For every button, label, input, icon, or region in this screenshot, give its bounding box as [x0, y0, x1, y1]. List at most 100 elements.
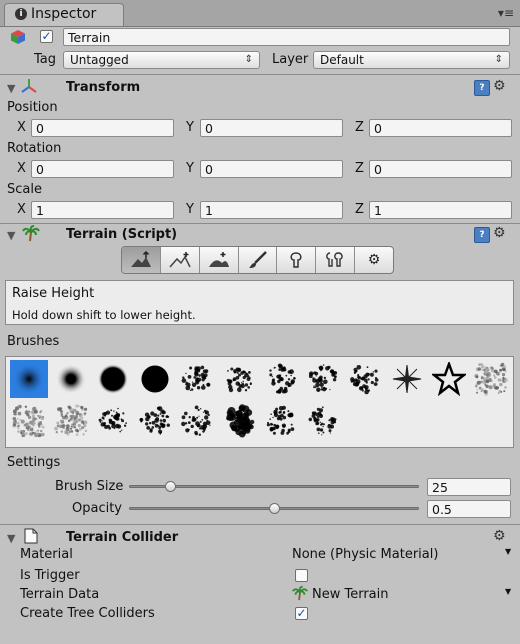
foldout-arrow-icon[interactable]: ▼ — [7, 229, 15, 242]
brush-swatch[interactable] — [262, 402, 300, 440]
axis-x-label: X — [17, 202, 26, 217]
axis-z-label: Z — [355, 202, 364, 217]
brushes-grid — [5, 356, 514, 448]
divider — [0, 524, 520, 525]
brush-swatch[interactable] — [94, 360, 132, 398]
brush-swatch[interactable] — [304, 360, 342, 398]
create-tree-colliders-label: Create Tree Colliders — [20, 606, 155, 621]
palm-tree-icon — [22, 224, 40, 242]
scale-label: Scale — [7, 182, 42, 197]
transform-title: Transform — [66, 80, 141, 95]
help-icon[interactable]: ? — [474, 227, 490, 243]
position-label: Position — [7, 100, 58, 115]
position-x-field[interactable]: 0 — [31, 119, 174, 137]
brush-swatch[interactable] — [136, 402, 174, 440]
brush-swatch[interactable] — [472, 360, 510, 398]
dropdown-arrow-icon: ⇕ — [244, 54, 253, 65]
brush-swatch[interactable] — [346, 360, 384, 398]
terrain-settings-icon[interactable]: ⚙ — [355, 247, 393, 273]
axis-y-label: Y — [186, 120, 194, 135]
inspector-tab[interactable]: i Inspector — [4, 3, 124, 26]
scale-x-field[interactable]: 1 — [31, 201, 174, 219]
brushes-label: Brushes — [7, 334, 60, 349]
gear-icon[interactable]: ⚙ — [493, 78, 506, 94]
opacity-field[interactable]: 0.5 — [427, 500, 511, 518]
brush-swatch[interactable] — [388, 360, 426, 398]
rotation-z-field[interactable]: 0 — [369, 160, 512, 178]
terrain-data-label: Terrain Data — [20, 587, 100, 602]
brush-swatch[interactable] — [304, 402, 342, 440]
brush-swatch[interactable] — [136, 360, 174, 398]
transform-icon — [20, 77, 38, 95]
opacity-slider-thumb[interactable] — [269, 503, 280, 514]
object-name-field[interactable]: Terrain — [63, 28, 510, 46]
info-icon: i — [15, 8, 27, 20]
help-icon[interactable]: ? — [474, 80, 490, 96]
brush-swatch[interactable] — [430, 360, 468, 398]
object-picker-arrow-icon[interactable]: ▼ — [505, 547, 511, 556]
tool-info-box: Raise Height Hold down shift to lower he… — [5, 280, 514, 325]
inspector-tab-label: Inspector — [31, 6, 97, 22]
brush-swatch[interactable] — [10, 402, 48, 440]
active-checkbox[interactable]: ✓ — [40, 30, 53, 43]
settings-label: Settings — [7, 455, 61, 470]
foldout-arrow-icon[interactable]: ▼ — [7, 532, 15, 545]
is-trigger-label: Is Trigger — [20, 568, 80, 583]
smooth-height-icon[interactable] — [200, 247, 239, 273]
brush-swatch[interactable] — [52, 402, 90, 440]
layer-label: Layer — [272, 52, 309, 67]
brush-swatch[interactable] — [178, 360, 216, 398]
palm-tree-icon — [292, 585, 308, 601]
brush-size-slider-thumb[interactable] — [164, 481, 176, 492]
tab-menu-icon[interactable]: ▾≡ — [498, 6, 514, 20]
opacity-label: Opacity — [72, 501, 123, 516]
layer-value: Default — [320, 53, 364, 67]
terrain-tool-bar: ⚙ — [121, 246, 394, 274]
object-picker-arrow-icon[interactable]: ▼ — [505, 587, 511, 596]
tool-name: Raise Height — [12, 286, 95, 301]
brush-swatch[interactable] — [94, 402, 132, 440]
paint-details-icon[interactable] — [316, 247, 356, 273]
position-y-field[interactable]: 0 — [200, 119, 343, 137]
layer-dropdown[interactable]: Default ⇕ — [313, 51, 510, 69]
position-z-field[interactable]: 0 — [369, 119, 512, 137]
terrain-data-value[interactable]: New Terrain — [312, 587, 389, 602]
terrain-collider-title: Terrain Collider — [66, 530, 179, 545]
tag-label: Tag — [34, 52, 57, 67]
axis-z-label: Z — [355, 120, 364, 135]
divider — [0, 223, 520, 224]
brush-swatch[interactable] — [262, 360, 300, 398]
axis-y-label: Y — [186, 161, 194, 176]
tool-hint: Hold down shift to lower height. — [12, 308, 196, 322]
raise-lower-height-icon[interactable] — [122, 247, 161, 273]
gameobject-icon — [10, 29, 26, 45]
brush-swatch[interactable] — [220, 402, 258, 440]
brush-size-field[interactable]: 25 — [427, 478, 511, 496]
brush-swatch[interactable] — [10, 360, 48, 398]
scale-y-field[interactable]: 1 — [200, 201, 343, 219]
foldout-arrow-icon[interactable]: ▼ — [7, 82, 15, 95]
axis-z-label: Z — [355, 161, 364, 176]
is-trigger-checkbox[interactable] — [295, 569, 308, 582]
axis-x-label: X — [17, 161, 26, 176]
brush-swatch[interactable] — [52, 360, 90, 398]
paint-height-icon[interactable] — [161, 247, 200, 273]
rotation-y-field[interactable]: 0 — [200, 160, 343, 178]
brush-size-label: Brush Size — [55, 479, 124, 494]
brush-swatch[interactable] — [220, 360, 258, 398]
place-trees-icon[interactable] — [277, 247, 317, 273]
tag-dropdown[interactable]: Untagged ⇕ — [63, 51, 260, 69]
gear-icon[interactable]: ⚙ — [493, 225, 506, 241]
paint-texture-icon[interactable] — [239, 247, 278, 273]
rotation-label: Rotation — [7, 141, 62, 156]
rotation-x-field[interactable]: 0 — [31, 160, 174, 178]
create-tree-colliders-checkbox[interactable]: ✓ — [295, 607, 308, 620]
material-value[interactable]: None (Physic Material) — [292, 547, 438, 562]
tag-value: Untagged — [70, 53, 129, 67]
brush-swatch[interactable] — [178, 402, 216, 440]
gear-icon[interactable]: ⚙ — [493, 528, 506, 544]
terrain-script-title: Terrain (Script) — [66, 227, 178, 242]
scale-z-field[interactable]: 1 — [369, 201, 512, 219]
dropdown-arrow-icon: ⇕ — [494, 54, 503, 65]
divider — [0, 74, 520, 75]
